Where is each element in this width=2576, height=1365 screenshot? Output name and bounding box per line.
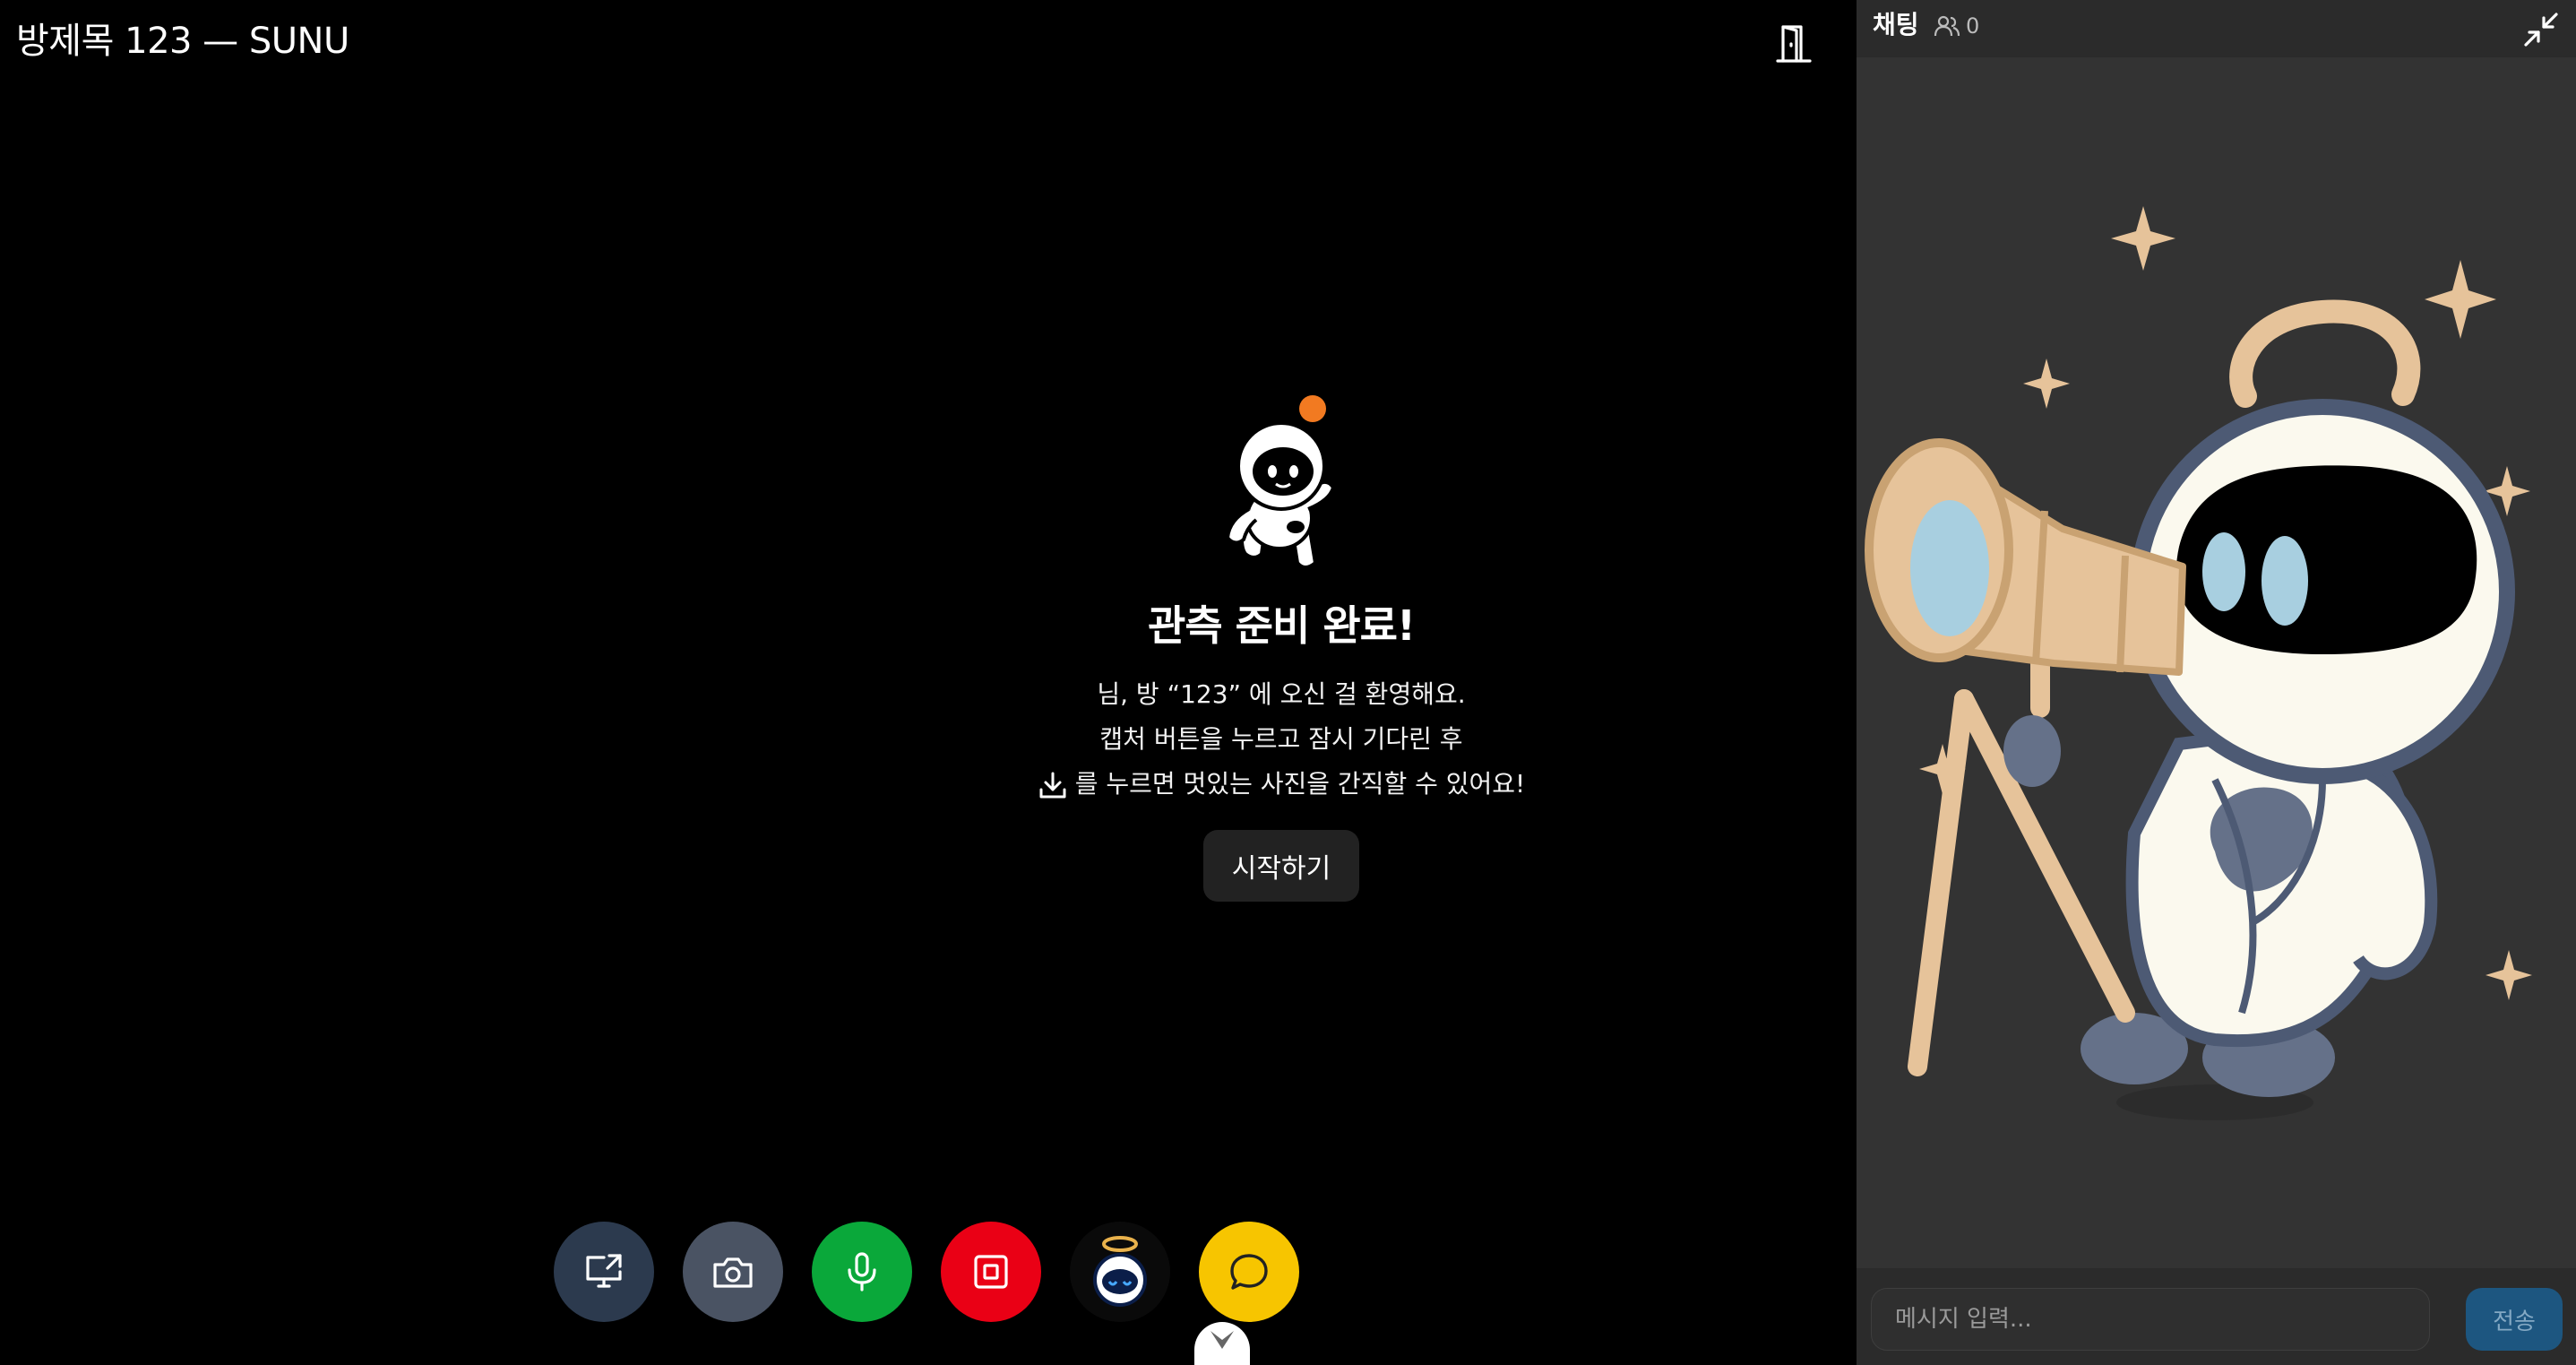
avatar-filter-button[interactable]: [1070, 1222, 1170, 1322]
chat-toggle-button[interactable]: [1199, 1222, 1299, 1322]
participant-count-value: 0: [1966, 13, 1980, 39]
chevron-down-icon: [1210, 1331, 1234, 1349]
chat-footer: 전송: [1857, 1268, 2576, 1365]
people-icon: [1934, 15, 1960, 37]
record-stop-button[interactable]: [941, 1222, 1041, 1322]
camera-icon: [713, 1257, 753, 1288]
chat-title: 채팅: [1873, 10, 1919, 39]
leave-room-button[interactable]: [1767, 16, 1821, 70]
start-button[interactable]: 시작하기: [1202, 830, 1360, 902]
download-icon: [1039, 772, 1066, 799]
chat-panel: 채팅 0 메시지 입력... 전송: [1857, 0, 2576, 1365]
microphone-icon: [848, 1252, 876, 1292]
screen-share-button[interactable]: [554, 1222, 654, 1322]
welcome-panel: 관측 준비 완료! 님, 방 “123” 에 오신 걸 환영해요. 캡처 버튼을…: [968, 394, 1595, 902]
chat-bubble-icon: [1230, 1254, 1268, 1290]
minimize-chat-button[interactable]: [2518, 7, 2564, 52]
control-toolbar: [554, 1222, 1299, 1322]
door-exit-icon: [1776, 25, 1812, 63]
screen-share-icon: [586, 1254, 622, 1288]
capture-button[interactable]: [683, 1222, 783, 1322]
astronaut-mascot: [1225, 395, 1336, 569]
microphone-button[interactable]: [812, 1222, 912, 1322]
halo-avatar-icon: [1093, 1236, 1147, 1307]
welcome-heading: 관측 준비 완료!: [1148, 601, 1416, 650]
welcome-line-1: 님, 방 “123” 에 오신 걸 환영해요.: [1097, 679, 1466, 709]
welcome-line-3-row: 를 누르면 멋있는 사진을 간직할 수 있어요!: [968, 762, 1595, 807]
chat-message-input[interactable]: [1871, 1288, 2430, 1351]
astronaut-telescope-illustration: [1865, 206, 2532, 1120]
welcome-line-3: 를 누르면 멋있는 사진을 간직할 수 있어요!: [1074, 769, 1526, 799]
welcome-line-2: 캡처 버튼을 누르고 잠시 기다린 후: [1099, 724, 1463, 754]
room-title: 방제목 123 — SUNU: [16, 21, 349, 62]
video-area: 방제목 123 — SUNU 관측 준비 완료! 님, 방 “123” 에 오신…: [0, 0, 1857, 1365]
collapse-toolbar-tab[interactable]: [1194, 1322, 1250, 1365]
chat-header: 채팅 0: [1857, 0, 2576, 57]
send-button[interactable]: 전송: [2466, 1288, 2563, 1351]
welcome-message: 님, 방 “123” 에 오신 걸 환영해요. 캡처 버튼을 누르고 잠시 기다…: [968, 672, 1595, 807]
record-stop-icon: [974, 1255, 1008, 1289]
shrink-arrows-icon: [2524, 13, 2558, 47]
participant-count: 0: [1934, 9, 1979, 43]
